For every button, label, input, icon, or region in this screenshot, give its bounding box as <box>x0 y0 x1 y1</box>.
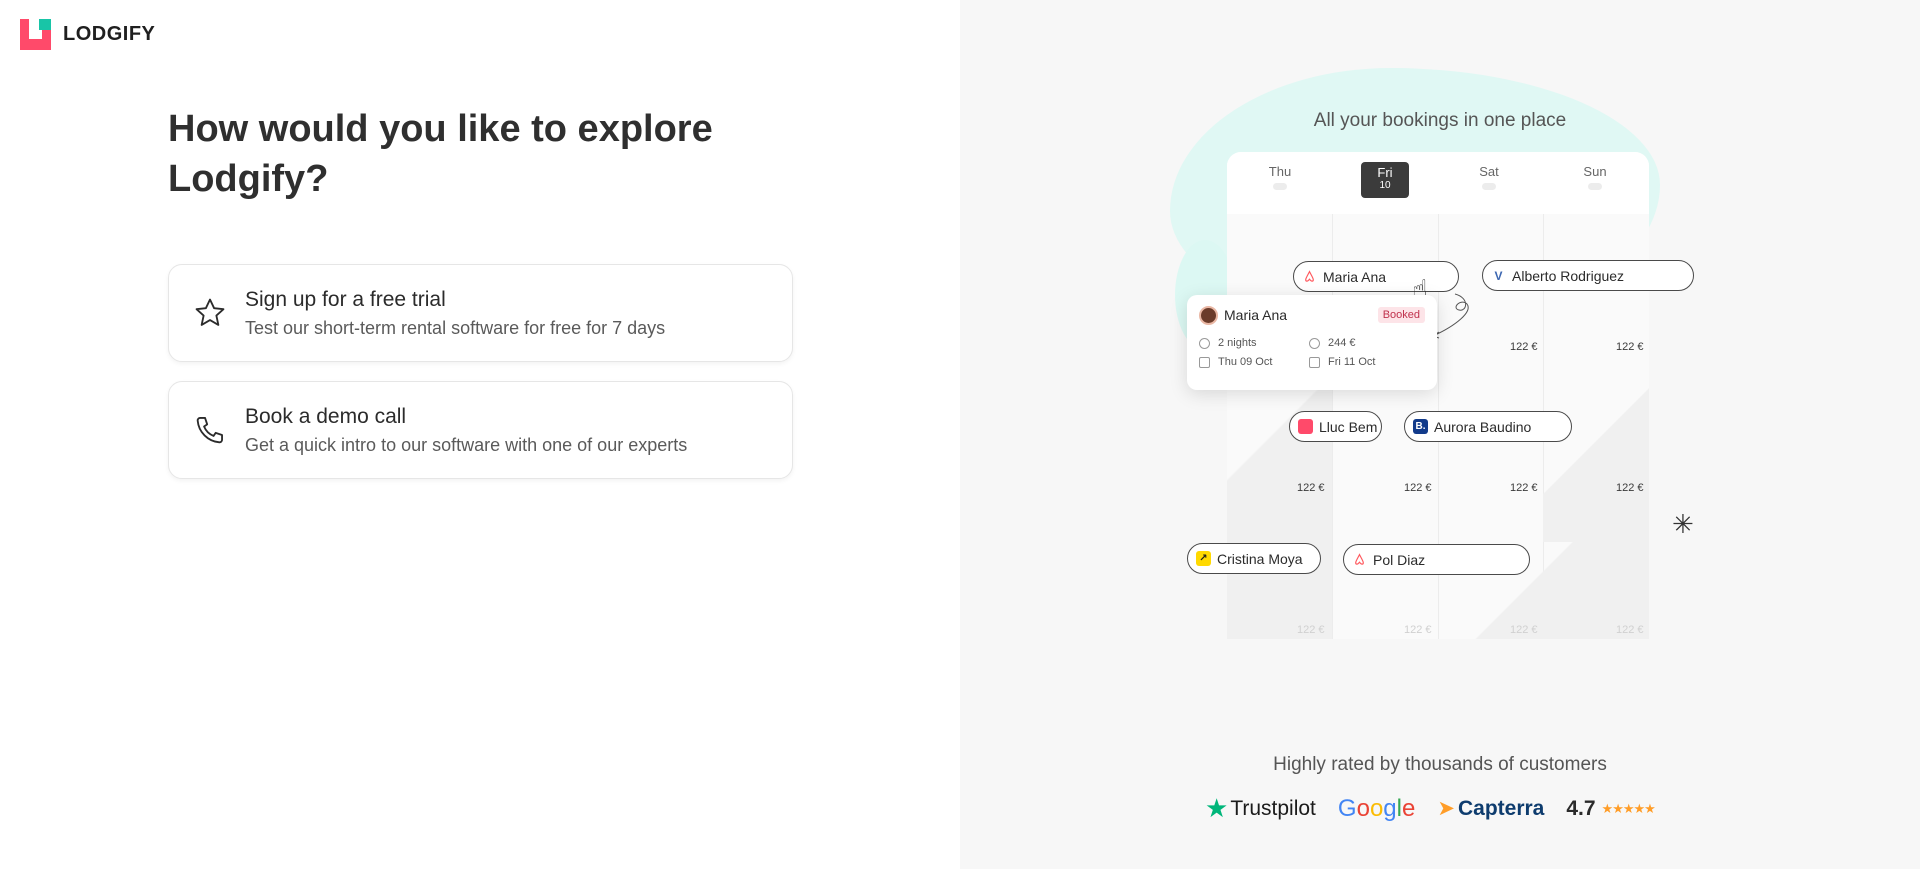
demo-call-option[interactable]: Book a demo call Get a quick intro to ou… <box>168 381 793 479</box>
free-trial-option[interactable]: Sign up for a free trial Test our short-… <box>168 264 793 362</box>
review-logos: ★ Trustpilot Google ➤ Capterra 4.7 ★★★★★ <box>1205 793 1677 824</box>
booking-name: Aurora Baudino <box>1434 418 1532 435</box>
trustpilot-star-icon: ★ <box>1205 793 1229 823</box>
rating-score: 4.7 ★★★★★ <box>1566 796 1656 820</box>
capterra-logo: ➤ Capterra <box>1437 796 1545 821</box>
price-label: 122 € <box>1510 624 1538 636</box>
price-label: 122 € <box>1616 482 1644 494</box>
booking-detail-card: Maria Ana Booked 2 nights 244 € Thu 09 O… <box>1187 295 1437 390</box>
price-label: 122 € <box>1297 482 1325 494</box>
demo-call-subtitle: Get a quick intro to our software with o… <box>245 434 688 455</box>
booking-pill-maria: Maria Ana <box>1293 261 1459 292</box>
google-logo: Google <box>1337 794 1416 822</box>
calendar-header: Thu Fri 10 Sat Sun <box>1227 152 1649 214</box>
booking-name: Cristina Moya <box>1217 550 1303 567</box>
price-label: 122 € <box>1510 482 1538 494</box>
star-icon <box>191 294 229 332</box>
demo-call-title: Book a demo call <box>245 404 407 428</box>
price-label: 122 € <box>1404 482 1432 494</box>
rating-stars: ★★★★★ <box>1601 800 1656 816</box>
lodgify-logo[interactable]: LODGIFY <box>20 19 155 50</box>
free-trial-subtitle: Test our short-term rental software for … <box>245 317 666 338</box>
checkin-info: Thu 09 Oct <box>1199 356 1309 368</box>
booking-com-icon: B. <box>1413 419 1428 434</box>
booking-name: Pol Diaz <box>1373 551 1426 568</box>
checkin-icon <box>1199 356 1210 368</box>
expedia-icon: ↗ <box>1196 551 1211 566</box>
checkout-icon <box>1309 356 1320 368</box>
right-pane: All your bookings in one place Thu Fri 10… <box>960 0 1920 869</box>
booking-name: Lluc Bem <box>1319 418 1378 435</box>
booking-pill-alberto: V Alberto Rodriguez <box>1482 260 1694 291</box>
booking-pill-lluc: Lluc Bem <box>1289 411 1382 442</box>
rating-title: Highly rated by thousands of customers <box>1273 754 1607 775</box>
amount-info: 244 € <box>1309 337 1419 349</box>
calendar-title: All your bookings in one place <box>1313 110 1567 131</box>
price-label: 122 € <box>1510 341 1538 353</box>
left-pane: LODGIFY How would you like to explore Lo… <box>0 0 960 869</box>
guest-avatar <box>1199 305 1218 325</box>
trustpilot-logo: ★ Trustpilot <box>1205 793 1316 823</box>
booking-pill-aurora: B. Aurora Baudino <box>1404 411 1572 442</box>
logo-text: LODGIFY <box>63 23 156 45</box>
price-label: 122 € <box>1616 624 1644 636</box>
price-label: 122 € <box>1616 341 1644 353</box>
airbnb-icon <box>1302 269 1317 284</box>
page-title: How would you like to explore Lodgify? <box>168 108 713 200</box>
day-thu: Thu <box>1250 164 1310 190</box>
lodgify-logo-mark <box>20 19 51 50</box>
booking-name: Maria Ana <box>1323 268 1387 285</box>
vrbo-icon: V <box>1494 268 1503 283</box>
dollar-icon <box>1309 337 1320 349</box>
checkout-info: Fri 11 Oct <box>1309 356 1419 368</box>
booking-pill-pol: Pol Diaz <box>1343 544 1530 575</box>
capterra-arrow-icon: ➤ <box>1437 797 1455 820</box>
day-fri-selected: Fri 10 <box>1361 162 1409 198</box>
airbnb-icon <box>1352 552 1367 567</box>
day-sat: Sat <box>1459 164 1519 190</box>
free-trial-title: Sign up for a free trial <box>245 287 446 311</box>
sparkle-icon: ✳ <box>1672 509 1694 539</box>
card-guest-name: Maria Ana <box>1224 307 1288 323</box>
day-sun: Sun <box>1565 164 1625 190</box>
booking-name: Alberto Rodriguez <box>1512 267 1625 284</box>
lodgify-small-icon <box>1298 419 1313 434</box>
phone-icon <box>191 411 229 449</box>
moon-icon <box>1199 337 1210 349</box>
price-label: 122 € <box>1297 624 1325 636</box>
booking-pill-cristina: ↗ Cristina Moya <box>1187 543 1321 574</box>
nights-info: 2 nights <box>1199 337 1309 349</box>
price-label: 122 € <box>1404 624 1432 636</box>
status-badge: Booked <box>1377 307 1425 323</box>
